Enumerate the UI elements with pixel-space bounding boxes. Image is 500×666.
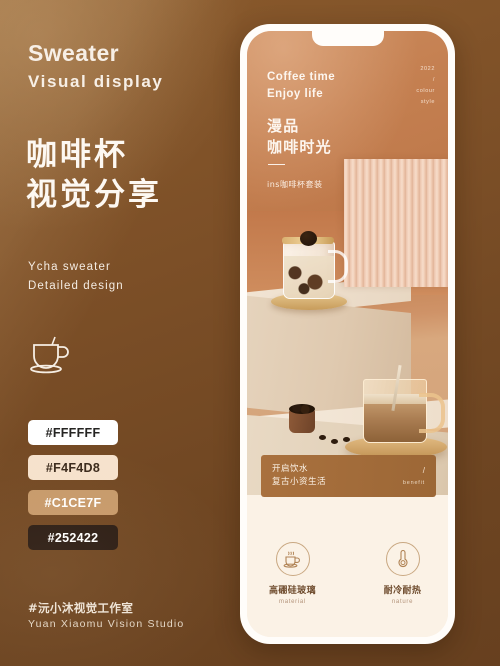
corner-style: style	[420, 99, 435, 105]
latte-mug-handle	[419, 393, 445, 433]
dessert-mug-handle	[328, 250, 348, 283]
hero-en-line1: Coffee time	[267, 71, 336, 83]
chinese-title-line1: 咖啡杯	[26, 137, 128, 173]
bean-cup-beans	[289, 404, 315, 414]
hero-english-heading: Coffee time Enjoy life	[267, 69, 335, 102]
info-card-benefit: benefit	[402, 479, 425, 486]
color-swatch-label: #FFFFFF	[45, 425, 101, 440]
coffee-bean	[343, 437, 350, 442]
feature-item-material[interactable]: 高硼硅玻璃 material	[260, 541, 326, 605]
color-swatch-list: #FFFFFF #F4F4D8 #C1CE7F #252422	[28, 420, 118, 560]
thermometer-icon	[385, 541, 420, 576]
hero-cn-line1: 漫品	[267, 117, 300, 135]
info-card-text: 开启饮水 复古小资生活	[272, 463, 326, 489]
subtitle-block: Ycha sweater Detailed design	[28, 258, 124, 296]
feature-label-en: material	[279, 598, 306, 605]
subtitle-line1: Ycha sweater	[28, 261, 111, 273]
phone-mockup: Coffee time Enjoy life 漫品 咖啡时光 ins咖啡杯套装 …	[240, 24, 455, 644]
color-swatch-label: #F4F4D8	[45, 460, 101, 475]
studio-credit: #沅小沐视觉工作室 Yuan Xiaomu Vision Studio	[28, 600, 184, 632]
coffee-cup-icon	[28, 334, 72, 374]
cookie-garnish	[300, 231, 317, 246]
color-swatch[interactable]: #F4F4D8	[28, 455, 118, 480]
hero-cn-line2: 咖啡时光	[267, 138, 332, 156]
chinese-title-line2: 视觉分享	[26, 177, 162, 213]
feature-label-cn: 高硼硅玻璃	[268, 585, 316, 596]
hero-divider	[268, 164, 285, 166]
hero-corner-meta: 2022 / colour style	[395, 64, 435, 108]
color-swatch-label: #C1CE7F	[44, 495, 102, 510]
corner-slash: /	[432, 77, 435, 83]
phone-notch	[311, 31, 384, 46]
coffee-bean-cup	[289, 403, 315, 433]
poster-canvas: Sweater Visual display 咖啡杯 视觉分享 Ycha swe…	[0, 0, 500, 666]
coffee-bean	[331, 439, 338, 444]
corner-year: 2022	[420, 66, 435, 72]
info-card-slash: /	[422, 465, 425, 475]
feature-row: 高硼硅玻璃 material 耐冷耐热 nature	[247, 495, 448, 637]
feature-item-nature[interactable]: 耐冷耐热 nature	[370, 541, 436, 605]
english-title-line1: Sweater	[28, 40, 120, 66]
color-swatch[interactable]: #FFFFFF	[28, 420, 118, 445]
latte-liquid	[364, 401, 426, 442]
english-title: Sweater Visual display	[28, 40, 163, 94]
info-card-line1: 开启饮水	[272, 464, 309, 474]
feature-label-cn: 耐冷耐热	[383, 585, 422, 596]
info-card[interactable]: 开启饮水 复古小资生活 / benefit	[261, 455, 436, 497]
latte-mug	[345, 365, 447, 458]
info-card-line2: 复古小资生活	[272, 477, 327, 487]
english-title-line2: Visual display	[28, 72, 164, 91]
coffee-bean	[319, 435, 326, 440]
hero-en-line2: Enjoy life	[267, 87, 324, 100]
color-swatch[interactable]: #252422	[28, 525, 118, 550]
color-swatch[interactable]: #C1CE7F	[28, 490, 118, 515]
phone-screen: Coffee time Enjoy life 漫品 咖啡时光 ins咖啡杯套装 …	[247, 31, 448, 637]
fluted-panel-decor	[344, 159, 448, 287]
subtitle-line2: Detailed design	[28, 280, 124, 292]
studio-name-cn: #沅小沐视觉工作室	[28, 601, 134, 615]
left-column: Sweater Visual display 咖啡杯 视觉分享 Ycha swe…	[0, 0, 240, 666]
corner-colour: colour	[416, 88, 435, 94]
hero-product-tag: ins咖啡杯套装	[267, 180, 323, 189]
feature-label-en: nature	[391, 598, 414, 605]
color-swatch-label: #252422	[47, 530, 99, 545]
chinese-title: 咖啡杯 视觉分享	[26, 135, 162, 215]
info-card-meta: / benefit	[403, 464, 425, 489]
dessert-filling	[284, 256, 334, 298]
studio-name-en: Yuan Xiaomu Vision Studio	[28, 618, 185, 630]
hero-chinese-heading: 漫品 咖啡时光	[267, 116, 332, 158]
dessert-mug	[271, 231, 348, 310]
steaming-cup-icon	[275, 541, 310, 576]
